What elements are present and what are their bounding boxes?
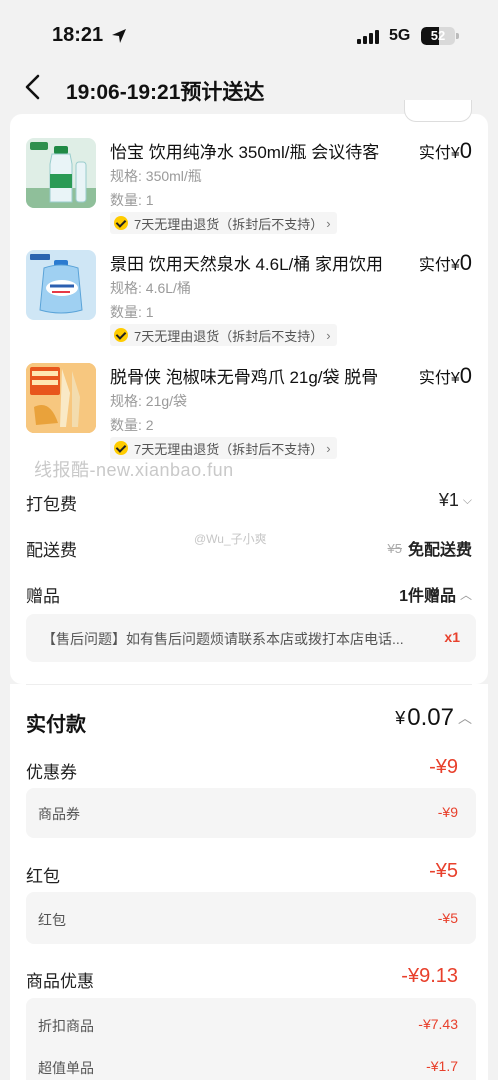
battery-percent: 52 (430, 28, 446, 43)
check-icon (114, 328, 128, 342)
snack-bag-icon[interactable] (26, 363, 96, 433)
payment-label: 实付款 (26, 714, 86, 736)
product-item[interactable]: 怡宝 饮用纯净水 350ml/瓶 会议待客 实付¥0 规格: 350ml/瓶 数… (26, 138, 476, 250)
product-qty: 数量: 1 (110, 192, 154, 208)
chevron-up-icon: ︿ (459, 587, 472, 602)
product-price: 实付¥0 (418, 138, 472, 163)
water-bottle-icon[interactable] (26, 138, 96, 208)
water-barrel-icon[interactable] (26, 250, 96, 320)
product-title: 脱骨侠 泡椒味无骨鸡爪 21g/袋 脱骨 (110, 368, 379, 387)
payment-amount: 0.07 (407, 704, 454, 731)
status-time: 18:21 (52, 24, 104, 46)
product-sub1-value: -¥7.43 (418, 1016, 458, 1032)
product-price: 实付¥0 (418, 363, 472, 388)
product-title: 怡宝 饮用纯净水 350ml/瓶 会议待客 (110, 143, 380, 162)
gift-item-text: 【售后问题】如有售后问题烦请联系本店或拨打本店电话... (42, 631, 404, 647)
coupon-label: 优惠券 (26, 763, 77, 782)
product-discount-label: 商品优惠 (26, 972, 94, 991)
signal-icon (357, 30, 379, 44)
chevron-right-icon: › (326, 327, 331, 343)
check-icon (114, 216, 128, 230)
return-policy-text: 7天无理由退货（拆封后不支持） (134, 328, 324, 344)
delivery-fee-value-wrap: ¥5 免配送费 (388, 536, 472, 560)
delivery-original-price: ¥5 (387, 540, 402, 556)
redpacket-sub-value: -¥5 (437, 910, 458, 926)
chevron-right-icon: › (326, 215, 331, 231)
gift-item-qty: x1 (444, 629, 460, 645)
product-sub2-label: 超值单品 (38, 1060, 94, 1076)
coupon-sub-value: -¥9 (437, 804, 458, 820)
return-policy-badge[interactable]: 7天无理由退货（拆封后不支持） › (110, 212, 337, 234)
gift-count: 1件赠品 (399, 588, 456, 605)
chevron-down-icon: ⌵ (462, 493, 472, 507)
network-type: 5G (389, 27, 411, 44)
coupon-sub-label: 商品券 (38, 806, 80, 822)
product-spec: 规格: 21g/袋 (110, 393, 188, 409)
status-bar: 18:21 5G 52 (0, 0, 498, 64)
return-policy-badge[interactable]: 7天无理由退货（拆封后不支持） › (110, 324, 337, 346)
battery-tip (456, 33, 459, 39)
packing-fee-value: ¥1 (438, 490, 459, 510)
watermark-text: 线报酷-new.xianbao.fun (34, 460, 234, 480)
payment-amount-toggle[interactable]: ¥ 0.07 ︿ (395, 704, 472, 732)
collapsed-tab[interactable] (404, 100, 472, 122)
chevron-up-icon: ︿ (458, 710, 472, 726)
product-sub2-value: -¥1.7 (426, 1058, 458, 1074)
delivery-fee-value: 免配送费 (407, 542, 472, 559)
coupon-value: -¥9 (429, 756, 458, 778)
divider (26, 684, 472, 685)
product-discount-detail-box: 折扣商品 -¥7.43 超值单品 -¥1.7 (26, 998, 476, 1080)
redpacket-label: 红包 (26, 867, 60, 886)
gift-label: 赠品 (26, 587, 60, 606)
return-policy-text: 7天无理由退货（拆封后不支持） (134, 216, 324, 232)
redpacket-sub-label: 红包 (38, 912, 66, 928)
location-arrow-icon (112, 29, 126, 43)
product-qty: 数量: 1 (110, 304, 154, 320)
product-item[interactable]: 景田 饮用天然泉水 4.6L/桶 家用饮用 实付¥0 规格: 4.6L/桶 数量… (26, 250, 476, 362)
check-icon (114, 441, 128, 455)
gift-item[interactable]: 【售后问题】如有售后问题烦请联系本店或拨打本店电话... x1 (26, 614, 476, 662)
gift-row: 赠品 1件赠品 ︿ (26, 582, 472, 610)
product-title: 景田 饮用天然泉水 4.6L/桶 家用饮用 (110, 255, 383, 274)
back-arrow-icon[interactable] (22, 74, 44, 100)
product-spec: 规格: 350ml/瓶 (110, 168, 202, 184)
redpacket-detail-box: 红包 -¥5 (26, 892, 476, 944)
product-discount-value: -¥9.13 (401, 965, 458, 987)
packing-fee-value-wrap[interactable]: ¥1 ⌵ (439, 490, 472, 511)
chevron-right-icon: › (326, 440, 331, 456)
product-qty: 数量: 2 (110, 417, 154, 433)
product-price: 实付¥0 (418, 250, 472, 275)
payment-currency: ¥ (395, 707, 406, 728)
redpacket-value: -¥5 (429, 860, 458, 882)
coupon-detail-box: 商品券 -¥9 (26, 788, 476, 838)
delivery-fee-row: 配送费 ¥5 免配送费 (26, 536, 472, 564)
product-spec: 规格: 4.6L/桶 (110, 280, 191, 296)
page-title: 19:06-19:21预计送达 (66, 81, 265, 104)
product-sub1-label: 折扣商品 (38, 1018, 94, 1034)
delivery-fee-label: 配送费 (26, 541, 77, 560)
packing-fee-row: 打包费 ¥1 ⌵ (26, 490, 472, 518)
battery-icon: 52 (421, 27, 455, 45)
packing-fee-label: 打包费 (26, 495, 77, 514)
gift-toggle[interactable]: 1件赠品 ︿ (399, 582, 472, 606)
return-policy-text: 7天无理由退货（拆封后不支持） (134, 441, 324, 457)
